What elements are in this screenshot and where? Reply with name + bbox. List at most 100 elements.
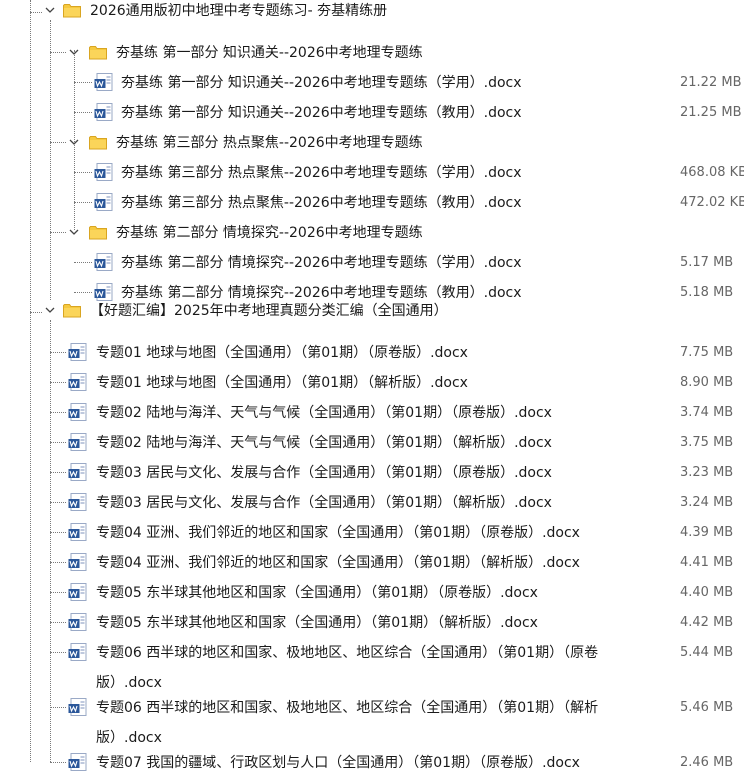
chevron-down-icon[interactable] xyxy=(44,4,56,16)
file-name[interactable]: 专题06 西半球的地区和国家、极地地区、地区综合（全国通用）（第01期）（原卷版… xyxy=(96,638,656,698)
file-tree: 2026通用版初中地理中考专题练习- 夯基精练册夯基练 第一部分 知识通关--2… xyxy=(0,0,744,771)
tree-guide-line xyxy=(50,382,66,383)
file-size: 5.17 MB xyxy=(680,255,734,270)
file-name[interactable]: 专题03 居民与文化、发展与合作（全国通用）（第01期）（解析版）.docx xyxy=(96,494,552,512)
file-name[interactable]: 专题01 地球与地图（全国通用）（第01期）（解析版）.docx xyxy=(96,374,468,392)
file-size: 5.18 MB xyxy=(680,285,734,300)
tree-guide-line xyxy=(50,20,51,300)
word-document-icon xyxy=(68,433,88,451)
tree-guide-line xyxy=(74,82,92,83)
file-size: 5.44 MB xyxy=(680,645,734,660)
tree-guide-line xyxy=(50,652,66,653)
file-size: 5.46 MB xyxy=(680,700,734,715)
word-document-icon xyxy=(68,613,88,631)
folder-label[interactable]: 2026通用版初中地理中考专题练习- 夯基精练册 xyxy=(90,2,387,20)
folder-icon xyxy=(89,135,107,150)
folder-label[interactable]: 【好题汇编】2025年中考地理真题分类汇编（全国通用） xyxy=(90,302,448,320)
file-name[interactable]: 专题06 西半球的地区和国家、极地地区、地区综合（全国通用）（第01期）（解析版… xyxy=(96,693,656,753)
folder-label[interactable]: 夯基练 第三部分 热点聚焦--2026中考地理专题练 xyxy=(116,134,423,152)
word-document-icon xyxy=(94,103,114,121)
word-document-icon xyxy=(68,343,88,361)
word-document-icon xyxy=(68,583,88,601)
tree-guide-line xyxy=(74,292,92,293)
folder-icon xyxy=(63,3,81,18)
tree-guide-line xyxy=(50,707,66,708)
word-document-icon xyxy=(68,493,88,511)
tree-guide-line xyxy=(50,622,66,623)
file-size: 3.74 MB xyxy=(680,405,734,420)
file-name[interactable]: 专题07 我国的疆域、行政区划与人口（全国通用）（第01期）（原卷版）.docx xyxy=(96,754,580,772)
file-name[interactable]: 夯基练 第二部分 情境探究--2026中考地理专题练（学用）.docx xyxy=(121,254,522,272)
file-size: 4.40 MB xyxy=(680,585,734,600)
tree-guide-line xyxy=(50,502,66,503)
tree-guide-line xyxy=(50,412,66,413)
file-name[interactable]: 专题04 亚洲、我们邻近的地区和国家（全国通用）（第01期）（原卷版）.docx xyxy=(96,524,580,542)
tree-guide-line xyxy=(74,202,92,203)
file-size: 468.08 KB xyxy=(680,165,744,180)
file-name[interactable]: 夯基练 第三部分 热点聚焦--2026中考地理专题练（学用）.docx xyxy=(121,164,522,182)
file-size: 8.90 MB xyxy=(680,375,734,390)
tree-guide-line xyxy=(50,532,66,533)
tree-guide-line xyxy=(50,442,66,443)
tree-guide-line xyxy=(50,562,66,563)
file-size: 4.39 MB xyxy=(680,525,734,540)
chevron-down-icon[interactable] xyxy=(68,136,80,148)
folder-label[interactable]: 夯基练 第二部分 情境探究--2026中考地理专题练 xyxy=(116,224,423,242)
tree-guide-line xyxy=(30,312,42,313)
folder-icon xyxy=(63,303,81,318)
file-size: 21.25 MB xyxy=(680,105,742,120)
chevron-down-icon[interactable] xyxy=(44,304,56,316)
tree-guide-line xyxy=(50,592,66,593)
word-document-icon xyxy=(68,753,88,771)
file-size: 2.46 MB xyxy=(680,755,734,770)
file-size: 3.24 MB xyxy=(680,495,734,510)
word-document-icon xyxy=(68,373,88,391)
folder-icon xyxy=(89,45,107,60)
tree-guide-line xyxy=(50,232,66,233)
word-document-icon xyxy=(68,463,88,481)
word-document-icon xyxy=(94,253,114,271)
file-size: 21.22 MB xyxy=(680,75,742,90)
file-size: 4.41 MB xyxy=(680,555,734,570)
file-name[interactable]: 夯基练 第三部分 热点聚焦--2026中考地理专题练（教用）.docx xyxy=(121,194,522,212)
word-document-icon xyxy=(94,163,114,181)
tree-guide-line xyxy=(50,762,66,763)
folder-icon xyxy=(89,225,107,240)
file-name[interactable]: 专题05 东半球其他地区和国家（全国通用）（第01期）（解析版）.docx xyxy=(96,614,538,632)
file-size: 3.23 MB xyxy=(680,465,734,480)
file-name[interactable]: 专题03 居民与文化、发展与合作（全国通用）（第01期）（原卷版）.docx xyxy=(96,464,552,482)
folder-label[interactable]: 夯基练 第一部分 知识通关--2026中考地理专题练 xyxy=(116,44,423,62)
word-document-icon xyxy=(94,193,114,211)
word-document-icon xyxy=(68,698,88,716)
word-document-icon xyxy=(94,73,114,91)
file-name[interactable]: 专题05 东半球其他地区和国家（全国通用）（第01期）（原卷版）.docx xyxy=(96,584,538,602)
word-document-icon xyxy=(68,523,88,541)
tree-guide-line xyxy=(30,12,42,13)
chevron-down-icon[interactable] xyxy=(68,226,80,238)
file-name[interactable]: 夯基练 第一部分 知识通关--2026中考地理专题练（学用）.docx xyxy=(121,74,522,92)
file-size: 7.75 MB xyxy=(680,345,734,360)
tree-guide-line xyxy=(30,0,31,762)
tree-guide-line xyxy=(50,52,66,53)
tree-guide-line xyxy=(50,142,66,143)
file-name[interactable]: 夯基练 第二部分 情境探究--2026中考地理专题练（教用）.docx xyxy=(121,284,522,302)
word-document-icon xyxy=(68,403,88,421)
tree-guide-line xyxy=(74,172,92,173)
word-document-icon xyxy=(68,553,88,571)
file-size: 4.42 MB xyxy=(680,615,734,630)
tree-guide-line xyxy=(50,320,51,762)
word-document-icon xyxy=(68,643,88,661)
chevron-down-icon[interactable] xyxy=(68,46,80,58)
tree-guide-line xyxy=(74,112,92,113)
file-name[interactable]: 专题01 地球与地图（全国通用）（第01期）（原卷版）.docx xyxy=(96,344,468,362)
file-name[interactable]: 专题02 陆地与海洋、天气与气候（全国通用）（第01期）（解析版）.docx xyxy=(96,434,552,452)
file-name[interactable]: 专题04 亚洲、我们邻近的地区和国家（全国通用）（第01期）（解析版）.docx xyxy=(96,554,580,572)
file-name[interactable]: 专题02 陆地与海洋、天气与气候（全国通用）（第01期）（原卷版）.docx xyxy=(96,404,552,422)
file-size: 472.02 KB xyxy=(680,195,744,210)
tree-guide-line xyxy=(50,352,66,353)
word-document-icon xyxy=(94,283,114,301)
tree-guide-line xyxy=(74,262,92,263)
file-name[interactable]: 夯基练 第一部分 知识通关--2026中考地理专题练（教用）.docx xyxy=(121,104,522,122)
file-size: 3.75 MB xyxy=(680,435,734,450)
tree-guide-line xyxy=(50,472,66,473)
